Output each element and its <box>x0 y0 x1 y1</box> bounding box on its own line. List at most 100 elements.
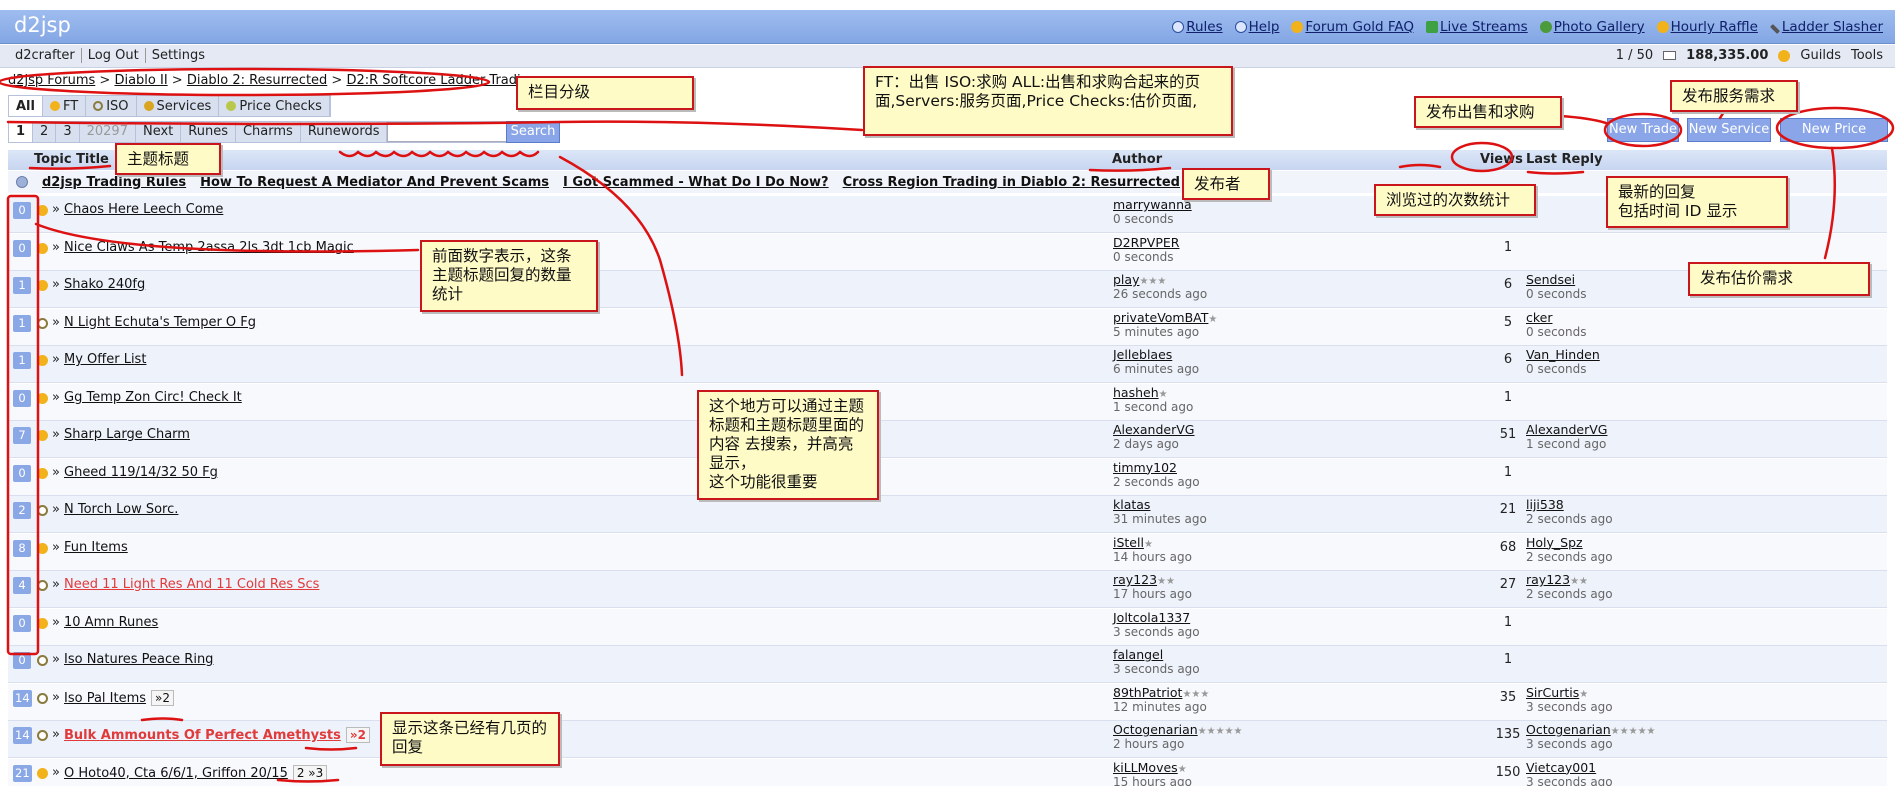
goto-last-arrow[interactable]: » <box>52 202 60 217</box>
tab-price-checks[interactable]: Price Checks <box>219 96 330 116</box>
goto-last-arrow[interactable]: » <box>52 727 60 742</box>
settings-link[interactable]: Settings <box>144 48 211 63</box>
thread-title[interactable]: Shako 240fg <box>64 277 145 292</box>
thread-title[interactable]: Bulk Ammounts Of Perfect Amethysts »2 <box>64 727 370 743</box>
site-logo[interactable]: d2jsp <box>14 13 71 37</box>
last-reply-user[interactable]: Octogenarian <box>1526 722 1611 737</box>
pm-count[interactable]: 1 / 50 <box>1616 48 1653 63</box>
search-button[interactable]: Search <box>506 121 560 143</box>
author-link[interactable]: Joltcola1337 <box>1113 610 1190 625</box>
author-link[interactable]: AlexanderVG <box>1113 422 1194 437</box>
filter-charms[interactable]: Charms <box>236 122 301 142</box>
col-views[interactable]: Views <box>1480 152 1523 167</box>
author-link[interactable]: Jelleblaes <box>1113 347 1172 362</box>
author-link[interactable]: 89thPatriot <box>1113 685 1182 700</box>
tab-all[interactable]: All <box>9 96 43 116</box>
author-link[interactable]: marrywanna <box>1113 197 1192 212</box>
thread-title[interactable]: Gheed 119/14/32 50 Fg <box>64 465 218 480</box>
last-reply-user[interactable]: AlexanderVG <box>1526 422 1607 437</box>
goto-last-arrow[interactable]: » <box>52 315 60 330</box>
author-link[interactable]: iStell <box>1113 535 1144 550</box>
goto-last-arrow[interactable]: » <box>52 765 60 780</box>
guilds-link[interactable]: Guilds <box>1800 48 1841 63</box>
breadcrumb-item[interactable]: Diablo 2: Resurrected <box>187 73 327 88</box>
author-link[interactable]: Octogenarian <box>1113 722 1198 737</box>
goto-last-arrow[interactable]: » <box>52 465 60 480</box>
breadcrumb-item[interactable]: D2:R Softcore Ladder Trading <box>346 73 537 88</box>
last-reply-user[interactable]: liji538 <box>1526 497 1564 512</box>
author-link[interactable]: timmy102 <box>1113 460 1177 475</box>
thread-title[interactable]: Iso Natures Peace Ring <box>64 652 213 667</box>
new-price-check-button[interactable]: New Price Check <box>1780 118 1888 159</box>
page-link[interactable]: 2 <box>33 122 57 142</box>
rules-thread-link[interactable]: Cross Region Trading in Diablo 2: Resurr… <box>843 175 1180 190</box>
goto-last-arrow[interactable]: » <box>52 352 60 367</box>
author-link[interactable]: play <box>1113 272 1139 287</box>
page-jump[interactable]: »2 <box>345 727 370 743</box>
tab-services[interactable]: Services <box>137 96 220 116</box>
last-reply-user[interactable]: ray123 <box>1526 572 1570 587</box>
author-link[interactable]: ray123 <box>1113 572 1157 587</box>
thread-title[interactable]: Gg Temp Zon Circ! Check It <box>64 390 242 405</box>
thread-title[interactable]: Iso Pal Items »2 <box>64 689 175 706</box>
tab-iso[interactable]: ISO <box>86 96 137 116</box>
last-reply-user[interactable]: Vietcay001 <box>1526 760 1596 775</box>
author-link[interactable]: falangel <box>1113 647 1163 662</box>
goto-last-arrow[interactable]: » <box>52 652 60 667</box>
author-link[interactable]: kiLLMoves <box>1113 760 1178 775</box>
last-reply-user[interactable]: Van_Hinden <box>1526 347 1600 362</box>
author-link[interactable]: D2RPVPER <box>1113 235 1179 250</box>
thread-title[interactable]: 10 Amn Runes <box>64 615 158 630</box>
thread-title[interactable]: N Light Echuta's Temper O Fg <box>64 315 256 330</box>
page-jump[interactable]: 2 »3 <box>292 764 328 781</box>
live-streams-link[interactable]: Live Streams <box>1425 19 1528 35</box>
author-link[interactable]: privateVomBAT <box>1113 310 1208 325</box>
next-page-link[interactable]: Next <box>136 122 182 142</box>
goto-last-arrow[interactable]: » <box>52 240 60 255</box>
thread-title[interactable]: Need 11 Light Res And 11 Cold Res Scs <box>64 577 319 592</box>
thread-title[interactable]: Sharp Large Charm <box>64 427 190 442</box>
breadcrumb-item[interactable]: d2jsp Forums <box>8 73 95 88</box>
rules-thread-link[interactable]: d2jsp Trading Rules <box>42 175 186 190</box>
thread-title[interactable]: Fun Items <box>64 540 128 555</box>
logout-link[interactable]: Log Out <box>80 48 145 63</box>
author-link[interactable]: klatas <box>1113 497 1150 512</box>
forum-gold-faq-link[interactable]: Forum Gold FAQ <box>1291 19 1414 35</box>
goto-last-arrow[interactable]: » <box>52 502 60 517</box>
thread-title[interactable]: Chaos Here Leech Come <box>64 202 223 217</box>
author-link[interactable]: hasheh <box>1113 385 1159 400</box>
col-last-reply[interactable]: Last Reply <box>1526 152 1603 167</box>
new-trade-button[interactable]: New Trade <box>1607 118 1679 142</box>
help-link[interactable]: Help <box>1234 19 1279 35</box>
page-jump[interactable]: »2 <box>151 689 175 706</box>
last-page-link[interactable]: 20297 <box>80 122 136 142</box>
goto-last-arrow[interactable]: » <box>52 277 60 292</box>
thread-title[interactable]: Nice Claws As Temp 2assa 2ls 3dt 1cb Mag… <box>64 240 354 255</box>
breadcrumb-item[interactable]: Diablo II <box>114 73 167 88</box>
last-reply-user[interactable]: SirCurtis <box>1526 685 1579 700</box>
tools-link[interactable]: Tools <box>1851 48 1883 63</box>
thread-title[interactable]: O Hoto40, Cta 6/6/1, Griffon 20/15 2 »3 <box>64 764 328 781</box>
thread-title[interactable]: My Offer List <box>64 352 146 367</box>
col-author[interactable]: Author <box>1112 152 1162 167</box>
goto-last-arrow[interactable]: » <box>52 615 60 630</box>
rules-link[interactable]: Rules <box>1172 19 1223 35</box>
goto-last-arrow[interactable]: » <box>52 540 60 555</box>
col-topic-title[interactable]: Topic Title <box>34 152 109 167</box>
new-service-button[interactable]: New Service <box>1687 118 1771 142</box>
goto-last-arrow[interactable]: » <box>52 690 60 705</box>
goto-last-arrow[interactable]: » <box>52 577 60 592</box>
username-link[interactable]: d2crafter <box>10 48 81 63</box>
hourly-raffle-link[interactable]: Hourly Raffle <box>1656 19 1758 35</box>
page-link[interactable]: 1 <box>9 122 34 142</box>
filter-runewords[interactable]: Runewords <box>301 122 388 142</box>
last-reply-user[interactable]: Sendsei <box>1526 272 1575 287</box>
rules-thread-link[interactable]: I Got Scammed - What Do I Do Now? <box>563 175 829 190</box>
thread-title[interactable]: N Torch Low Sorc. <box>64 502 178 517</box>
filter-runes[interactable]: Runes <box>181 122 236 142</box>
last-reply-user[interactable]: Holy_Spz <box>1526 535 1583 550</box>
goto-last-arrow[interactable]: » <box>52 427 60 442</box>
last-reply-user[interactable]: cker <box>1526 310 1553 325</box>
goto-last-arrow[interactable]: » <box>52 390 60 405</box>
page-link[interactable]: 3 <box>56 122 80 142</box>
